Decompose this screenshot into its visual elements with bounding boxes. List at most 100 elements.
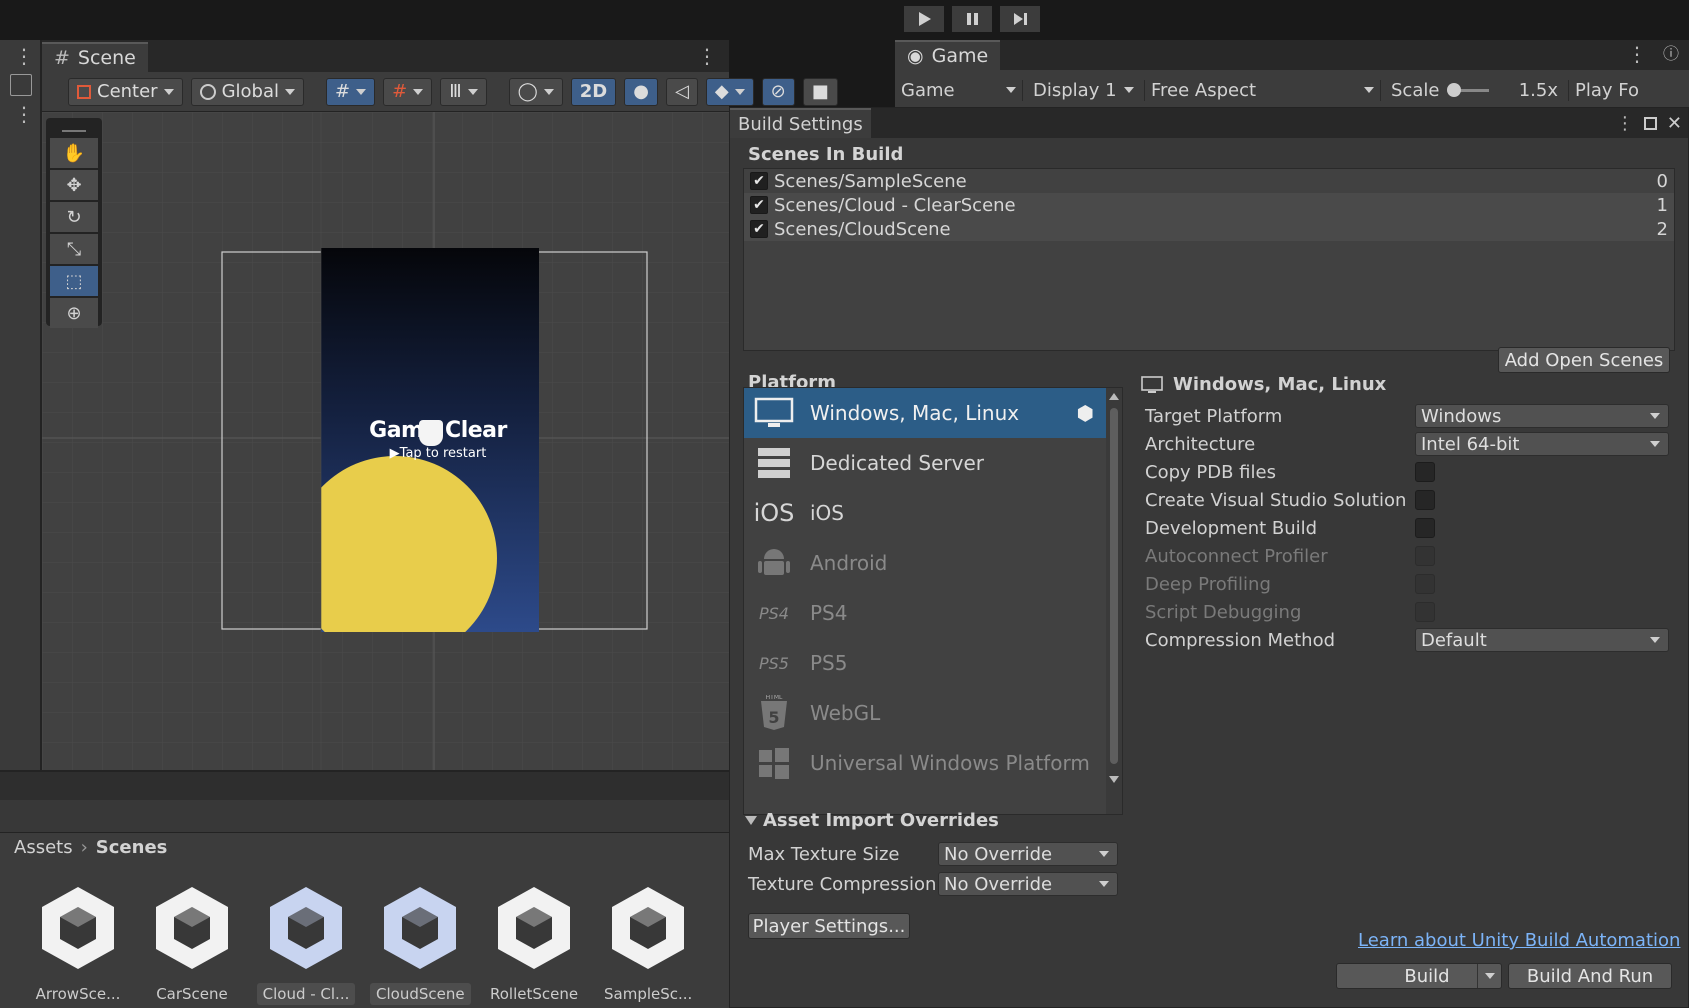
platform-name: Universal Windows Platform bbox=[810, 751, 1090, 775]
scene-row[interactable]: ✔ Scenes/Cloud - ClearScene 1 bbox=[744, 193, 1674, 217]
camera-button[interactable]: ■ bbox=[802, 77, 838, 106]
close-icon[interactable]: ✕ bbox=[1667, 113, 1682, 134]
platform-name: WebGL bbox=[810, 701, 881, 725]
incremental-snap-button[interactable]: # bbox=[383, 77, 433, 106]
learn-build-automation-link[interactable]: Learn about Unity Build Automation bbox=[1358, 930, 1680, 951]
pause-button[interactable] bbox=[952, 6, 992, 32]
kebab-menu-icon[interactable]: ⋮ bbox=[697, 44, 729, 72]
build-button[interactable]: Build bbox=[1336, 963, 1502, 989]
play-button[interactable] bbox=[904, 6, 944, 32]
effects-button[interactable]: ◆ bbox=[705, 77, 754, 106]
kebab-menu-icon[interactable]: ⋮ bbox=[1627, 42, 1663, 70]
scene-row[interactable]: ✔ Scenes/SampleScene 0 bbox=[744, 169, 1674, 193]
kebab-menu-icon[interactable]: ⋮ bbox=[14, 44, 34, 68]
asset-item[interactable]: CloudScene bbox=[370, 885, 471, 1005]
build-and-run-button[interactable]: Build And Run bbox=[1508, 963, 1672, 989]
hand-tool-button[interactable]: ✋ bbox=[50, 138, 98, 168]
rotate-tool-button[interactable]: ↻ bbox=[50, 202, 98, 232]
pivot-icon bbox=[77, 84, 91, 99]
platform-item[interactable]: Windows, Mac, Linux ⬢ bbox=[744, 388, 1106, 438]
info-icon[interactable]: ⓘ bbox=[1663, 40, 1689, 70]
platform-item[interactable]: iOS iOS bbox=[744, 488, 1106, 538]
asset-item[interactable]: RolletScene bbox=[484, 885, 584, 1005]
scenes-list[interactable]: ✔ Scenes/SampleScene 0 ✔ Scenes/Cloud - Clea… bbox=[743, 168, 1675, 351]
scene-row[interactable]: ✔ Scenes/CloudScene 2 bbox=[744, 217, 1674, 241]
move-tool-button[interactable]: ✥ bbox=[50, 170, 98, 200]
asset-item[interactable]: Cloud - Cl... bbox=[256, 885, 356, 1005]
scale-icon: ⤡ bbox=[66, 238, 82, 260]
scene-viewport[interactable]: Game Clear ▶Tap to restart ✋ ✥ ↻ ⤡ ⬚ ⊕ bbox=[42, 112, 729, 770]
asset-item[interactable]: ArrowSce... bbox=[28, 885, 128, 1005]
scroll-up-icon[interactable] bbox=[1109, 393, 1119, 400]
platform-scrollbar[interactable] bbox=[1106, 388, 1122, 814]
scene-checkbox[interactable]: ✔ bbox=[750, 196, 768, 214]
game-tabbar: ◉ Game ⋮ ⓘ bbox=[895, 40, 1689, 70]
play-focused-dropdown[interactable]: Play Fo bbox=[1569, 80, 1659, 101]
architecture-dropdown[interactable]: Intel 64-bit bbox=[1415, 432, 1669, 456]
asset-label: SampleSc... bbox=[604, 985, 693, 1003]
platform-list[interactable]: Windows, Mac, Linux ⬢ Dedicated Server iOS i… bbox=[743, 387, 1123, 815]
display-dropdown[interactable]: Display 1 bbox=[1023, 79, 1145, 101]
slider-thumb[interactable] bbox=[1447, 82, 1462, 97]
breadcrumb-assets[interactable]: Assets bbox=[14, 837, 73, 858]
dev-build-checkbox[interactable] bbox=[1415, 518, 1435, 538]
transform-tool-button[interactable]: ⊕ bbox=[50, 298, 98, 328]
chevron-down-icon bbox=[413, 88, 424, 95]
hidden-eye-icon: ⊘ bbox=[770, 81, 786, 102]
tab-build-settings[interactable]: Build Settings bbox=[730, 108, 871, 138]
ruler-button[interactable]: Ⅲ bbox=[440, 77, 487, 106]
breadcrumb-scenes[interactable]: Scenes bbox=[96, 837, 168, 858]
tab-game[interactable]: ◉ Game bbox=[895, 40, 1001, 70]
pivot-dropdown[interactable]: Center bbox=[68, 77, 183, 106]
tab-scene[interactable]: # Scene bbox=[42, 42, 148, 72]
scene-checkbox[interactable]: ✔ bbox=[750, 172, 768, 190]
scale-slider[interactable] bbox=[1447, 82, 1490, 97]
kebab-menu-icon[interactable]: ⋮ bbox=[1616, 113, 1634, 134]
aspect-dropdown[interactable]: Free Aspect bbox=[1145, 79, 1381, 101]
add-open-scenes-button[interactable]: Add Open Scenes bbox=[1498, 347, 1670, 373]
mode-2d-button[interactable]: 2D bbox=[570, 77, 617, 106]
grid-snapping-button[interactable]: # bbox=[326, 77, 376, 106]
platform-item[interactable]: Android bbox=[744, 538, 1106, 588]
player-settings-button[interactable]: Player Settings... bbox=[748, 913, 910, 939]
asset-import-header: Asset Import Overrides bbox=[763, 810, 999, 831]
server-icon bbox=[752, 443, 796, 483]
android-icon bbox=[752, 543, 796, 583]
build-options-dropdown[interactable] bbox=[1477, 964, 1501, 988]
space-dropdown[interactable]: Global bbox=[190, 77, 305, 106]
aspect-label: Free Aspect bbox=[1151, 79, 1257, 101]
scale-value: 1.5x bbox=[1518, 79, 1558, 101]
compression-dropdown[interactable]: Default bbox=[1415, 628, 1669, 652]
step-button[interactable] bbox=[1000, 6, 1040, 32]
drag-handle[interactable] bbox=[62, 122, 86, 132]
window-icon[interactable] bbox=[10, 74, 32, 96]
game-view-dropdown[interactable]: Game bbox=[895, 79, 1023, 101]
chevron-right-icon: › bbox=[80, 837, 88, 858]
audio-button[interactable]: ◁ bbox=[665, 77, 698, 106]
play-focused-label: Play Fo bbox=[1575, 79, 1639, 101]
platform-item[interactable]: Dedicated Server bbox=[744, 438, 1106, 488]
create-vs-checkbox[interactable] bbox=[1415, 490, 1435, 510]
target-platform-dropdown[interactable]: Windows bbox=[1415, 404, 1669, 428]
asset-import-foldout[interactable]: Asset Import Overrides bbox=[745, 810, 999, 831]
draw-mode-dropdown[interactable]: ◯ bbox=[508, 77, 563, 106]
scroll-down-icon[interactable] bbox=[1109, 776, 1119, 783]
asset-item[interactable]: SampleSc... bbox=[598, 885, 698, 1005]
platform-item[interactable]: Universal Windows Platform bbox=[744, 738, 1106, 788]
platform-item[interactable]: HTML 5 WebGL bbox=[744, 688, 1106, 738]
copy-pdb-checkbox[interactable] bbox=[1415, 462, 1435, 482]
platform-item[interactable]: PS4 PS4 bbox=[744, 588, 1106, 638]
visibility-button[interactable]: ⊘ bbox=[761, 77, 795, 106]
rect-tool-button[interactable]: ⬚ bbox=[50, 266, 98, 296]
scrollbar-thumb[interactable] bbox=[1110, 408, 1118, 764]
maximize-icon[interactable] bbox=[1643, 116, 1657, 130]
max-texture-dropdown[interactable]: No Override bbox=[938, 842, 1118, 866]
scale-tool-button[interactable]: ⤡ bbox=[50, 234, 98, 264]
platform-item[interactable]: PS5 PS5 bbox=[744, 638, 1106, 688]
kebab-menu-icon[interactable]: ⋮ bbox=[14, 102, 34, 126]
create-vs-row: Create Visual Studio Solution bbox=[1145, 485, 1675, 515]
lighting-button[interactable]: ● bbox=[624, 77, 658, 106]
scene-checkbox[interactable]: ✔ bbox=[750, 220, 768, 238]
asset-item[interactable]: CarScene bbox=[142, 885, 242, 1005]
texture-compression-dropdown[interactable]: No Override bbox=[938, 872, 1118, 896]
